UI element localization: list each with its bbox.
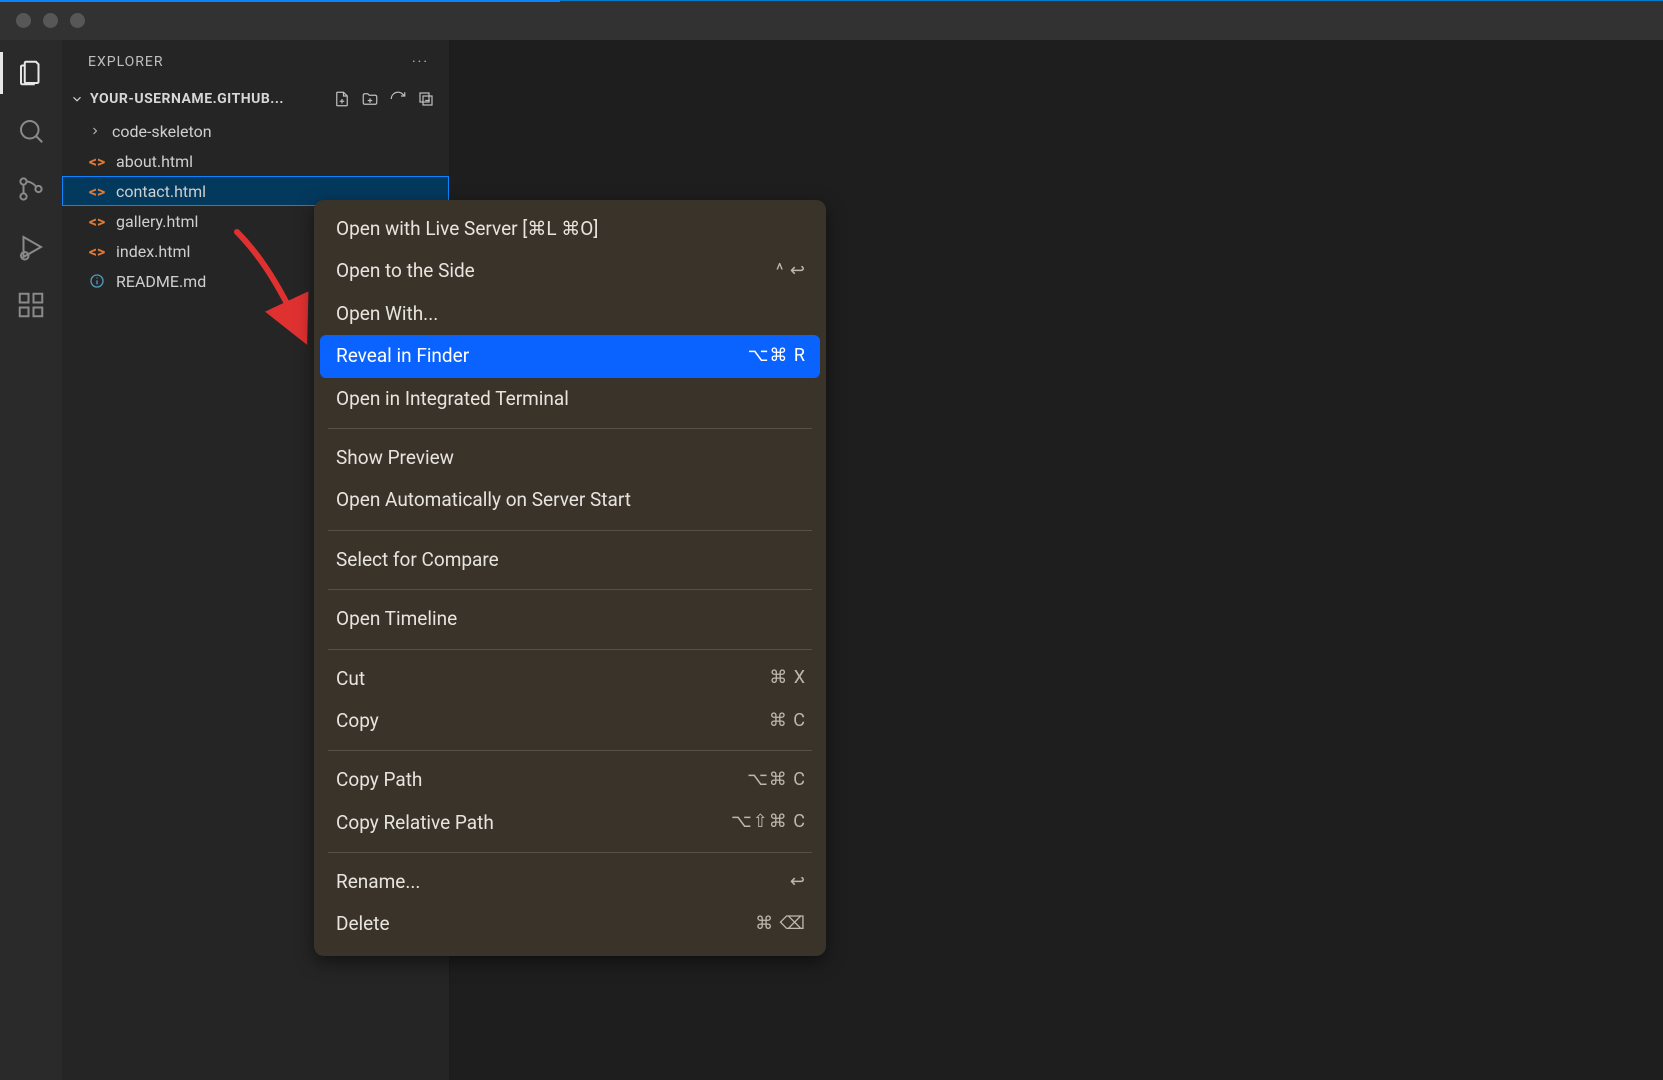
file-label: README.md [116, 272, 206, 291]
menu-item-shortcut: ⌘ ⌫ [755, 910, 806, 939]
folder-actions [333, 90, 435, 108]
new-folder-icon[interactable] [361, 90, 379, 108]
window-maximize-button[interactable] [70, 13, 85, 28]
menu-item-label: Open With... [336, 299, 438, 329]
menu-separator [328, 649, 812, 650]
folder-header[interactable]: YOUR-USERNAME.GITHUB... [62, 84, 449, 114]
menu-item-shortcut: ⌥⇧⌘ C [731, 808, 806, 837]
activity-search-icon[interactable] [14, 114, 48, 148]
menu-item-shortcut: ⌘ X [769, 664, 806, 693]
menu-item-label: Cut [336, 664, 365, 694]
activity-run-debug-icon[interactable] [14, 230, 48, 264]
menu-item-label: Open Automatically on Server Start [336, 485, 631, 515]
menu-item-label: Open Timeline [336, 604, 457, 634]
menu-item-label: Copy Path [336, 765, 422, 795]
menu-item-shortcut: ⌥⌘ C [747, 766, 806, 795]
folder-row[interactable]: code-skeleton [62, 116, 449, 146]
window-close-button[interactable] [16, 13, 31, 28]
menu-item-label: Show Preview [336, 443, 454, 473]
collapse-all-icon[interactable] [417, 90, 435, 108]
menu-item[interactable]: Copy Path ⌥⌘ C [314, 759, 826, 801]
window-minimize-button[interactable] [43, 13, 58, 28]
menu-item[interactable]: Open in Integrated Terminal [314, 378, 826, 420]
window-controls [16, 13, 85, 28]
menu-item-label: Select for Compare [336, 545, 499, 575]
sidebar-title: EXPLORER [88, 54, 164, 70]
menu-separator [328, 852, 812, 853]
menu-item-label: Open with Live Server [⌘L ⌘O] [336, 214, 598, 244]
file-label: about.html [116, 152, 193, 171]
sidebar-more-icon[interactable]: ··· [412, 54, 429, 70]
menu-item[interactable]: Open Automatically on Server Start [314, 479, 826, 521]
menu-separator [328, 428, 812, 429]
menu-item-shortcut: ⌥⌘ R [748, 342, 806, 371]
menu-item-label: Open in Integrated Terminal [336, 384, 569, 414]
menu-item[interactable]: Open Timeline [314, 598, 826, 640]
menu-item-label: Rename... [336, 867, 420, 897]
menu-item-label: Open to the Side [336, 256, 475, 286]
file-label: gallery.html [116, 212, 198, 231]
menu-item-label: Delete [336, 909, 390, 939]
titlebar [0, 0, 1663, 40]
menu-item[interactable]: Select for Compare [314, 539, 826, 581]
chevron-down-icon [70, 92, 84, 106]
info-icon [88, 273, 106, 289]
activity-explorer-icon[interactable] [14, 56, 48, 90]
menu-item-shortcut: ↩ [790, 868, 806, 897]
html-file-icon: <> [88, 242, 106, 261]
menu-item[interactable]: Delete ⌘ ⌫ [314, 903, 826, 945]
menu-item[interactable]: Open to the Side ^ ↩ [314, 250, 826, 292]
menu-item[interactable]: Copy ⌘ C [314, 700, 826, 742]
context-menu: Open with Live Server [⌘L ⌘O] Open to the… [314, 200, 826, 956]
menu-item[interactable]: Show Preview [314, 437, 826, 479]
html-file-icon: <> [88, 182, 106, 201]
activity-source-control-icon[interactable] [14, 172, 48, 206]
menu-separator [328, 530, 812, 531]
file-label: contact.html [116, 182, 206, 201]
menu-item-label: Copy [336, 706, 379, 736]
menu-item[interactable]: Open With... [314, 293, 826, 335]
menu-item-shortcut: ^ ↩ [776, 257, 806, 286]
activity-extensions-icon[interactable] [14, 288, 48, 322]
menu-item[interactable]: Copy Relative Path ⌥⇧⌘ C [314, 802, 826, 844]
activity-bar [0, 40, 62, 1080]
new-file-icon[interactable] [333, 90, 351, 108]
html-file-icon: <> [88, 212, 106, 231]
menu-item-label: Reveal in Finder [336, 341, 469, 371]
html-file-icon: <> [88, 152, 106, 171]
menu-item[interactable]: Rename... ↩ [314, 861, 826, 903]
menu-separator [328, 750, 812, 751]
sidebar-header: EXPLORER ··· [62, 40, 449, 84]
menu-item[interactable]: Open with Live Server [⌘L ⌘O] [314, 208, 826, 250]
folder-name: YOUR-USERNAME.GITHUB... [90, 91, 284, 107]
menu-item[interactable]: Cut ⌘ X [314, 658, 826, 700]
menu-separator [328, 589, 812, 590]
menu-item-shortcut: ⌘ C [769, 707, 806, 736]
menu-item[interactable]: Reveal in Finder ⌥⌘ R [320, 335, 820, 377]
file-label: index.html [116, 242, 190, 261]
file-row[interactable]: <> about.html [62, 146, 449, 176]
folder-label: code-skeleton [112, 122, 212, 141]
chevron-right-icon [88, 125, 102, 137]
menu-item-label: Copy Relative Path [336, 808, 494, 838]
refresh-icon[interactable] [389, 90, 407, 108]
